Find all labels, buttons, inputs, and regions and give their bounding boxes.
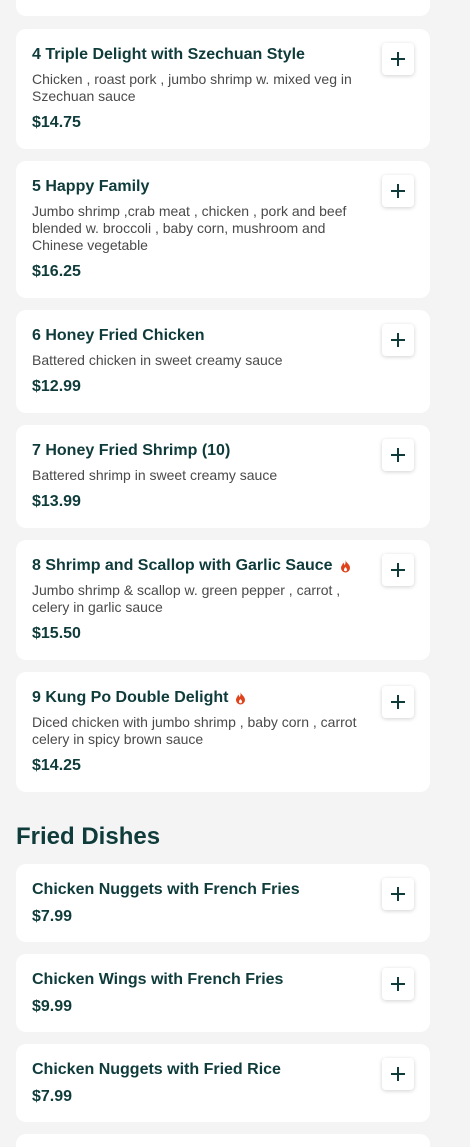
item-description: Chicken , roast pork , jumbo shrimp w. m… [32,71,352,104]
add-item-button[interactable] [382,175,414,207]
item-title: 9 Kung Po Double Delight [32,689,229,706]
item-title: Chicken Nuggets with Fried Rice [32,1061,281,1078]
menu-item-card[interactable]: 4 Triple Delight with Szechuan Style Chi… [16,29,430,149]
menu-item-card[interactable]: 9 Kung Po Double Delight Diced chicken w… [16,672,430,792]
item-price: $9.99 [32,998,73,1015]
item-description: Jumbo shrimp ,crab meat , chicken , pork… [32,203,347,253]
add-item-button[interactable] [382,1058,414,1090]
add-item-button[interactable] [382,968,414,1000]
item-description: Diced chicken with jumbo shrimp , baby c… [32,714,357,747]
item-description: Battered shrimp in sweet creamy sauce [32,467,278,483]
item-title-row: 8 Shrimp and Scallop with Garlic Sauce [32,556,352,576]
menu-item-card-partial[interactable] [16,0,430,16]
item-title-row: 9 Kung Po Double Delight [32,688,352,708]
item-description: Jumbo shrimp & scallop w. green pepper ,… [32,582,341,615]
menu-item-card[interactable]: 6 Honey Fried Chicken Battered chicken i… [16,310,430,413]
flame-icon [234,691,247,705]
add-item-button[interactable] [382,439,414,471]
add-item-button[interactable] [382,878,414,910]
menu-page: 4 Triple Delight with Szechuan Style Chi… [0,0,470,1147]
plus-icon [391,977,405,991]
item-price: $14.75 [32,114,81,131]
plus-icon [391,333,405,347]
item-price: $7.99 [32,1088,73,1105]
add-item-button[interactable] [382,686,414,718]
plus-icon [391,887,405,901]
item-price: $13.99 [32,493,81,510]
menu-item-card-partial[interactable] [16,1134,430,1147]
item-title: Chicken Nuggets with French Fries [32,881,300,898]
item-title: 6 Honey Fried Chicken [32,327,205,344]
menu-item-card[interactable]: 8 Shrimp and Scallop with Garlic Sauce J… [16,540,430,660]
menu-item-card[interactable]: Chicken Wings with French Fries $9.99 [16,954,430,1032]
menu-item-card[interactable]: Chicken Nuggets with French Fries $7.99 [16,864,430,942]
flame-icon [339,559,352,573]
item-title: 4 Triple Delight with Szechuan Style [32,46,305,63]
plus-icon [391,184,405,198]
item-price: $7.99 [32,908,73,925]
plus-icon [391,52,405,66]
item-price: $14.25 [32,757,81,774]
item-title: 5 Happy Family [32,178,150,195]
plus-icon [391,563,405,577]
menu-item-card[interactable]: 5 Happy Family Jumbo shrimp ,crab meat ,… [16,161,430,298]
section-title-fried-dishes: Fried Dishes [16,823,161,850]
add-item-button[interactable] [382,554,414,586]
item-title: Chicken Wings with French Fries [32,971,284,988]
add-item-button[interactable] [382,43,414,75]
item-title: 8 Shrimp and Scallop with Garlic Sauce [32,557,333,574]
plus-icon [391,448,405,462]
plus-icon [391,695,405,709]
item-description: Battered chicken in sweet creamy sauce [32,352,283,368]
item-price: $15.50 [32,625,81,642]
item-price: $12.99 [32,378,81,395]
item-title: 7 Honey Fried Shrimp (10) [32,442,231,459]
menu-item-card[interactable]: 7 Honey Fried Shrimp (10) Battered shrim… [16,425,430,528]
menu-item-card[interactable]: Chicken Nuggets with Fried Rice $7.99 [16,1044,430,1122]
add-item-button[interactable] [382,324,414,356]
plus-icon [391,1067,405,1081]
item-price: $16.25 [32,263,81,280]
